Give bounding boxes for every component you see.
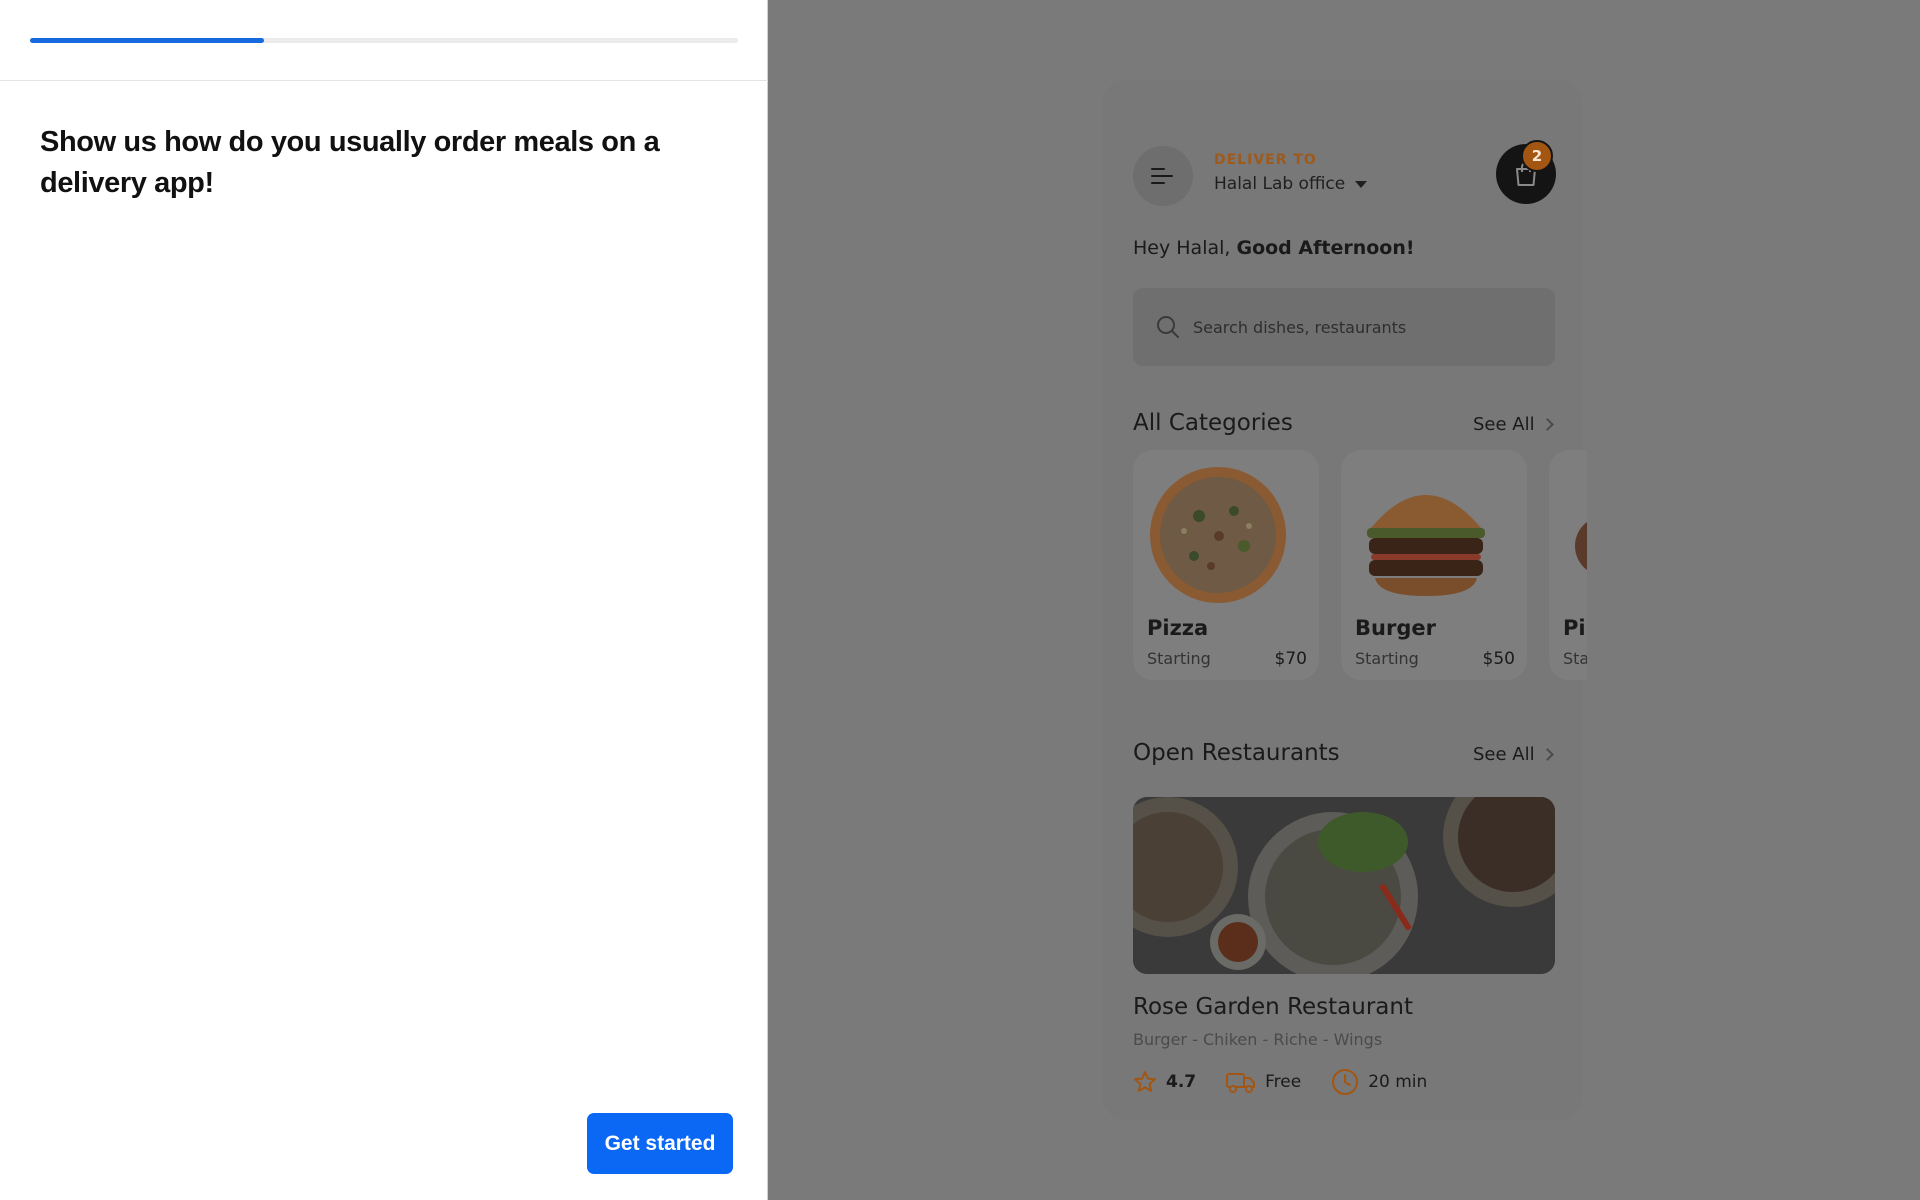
category-card-pizza[interactable]: Pizza Starting $70 <box>1133 450 1319 680</box>
delivery-fee-value: Free <box>1265 1072 1302 1092</box>
see-all-label: See All <box>1473 414 1535 435</box>
restaurant-name[interactable]: Rose Garden Restaurant <box>1133 994 1413 1020</box>
chevron-right-icon <box>1540 418 1554 431</box>
see-all-categories-link[interactable]: See All <box>1473 414 1554 435</box>
task-title: Show us how do you usually order meals o… <box>40 126 660 199</box>
delivery-fee: Free <box>1226 1070 1301 1094</box>
delivery-time: 20 min <box>1331 1068 1427 1096</box>
see-all-restaurants-link[interactable]: See All <box>1473 744 1554 765</box>
search-input[interactable] <box>1193 317 1513 337</box>
progress-fill <box>30 38 264 43</box>
cart-count-badge: 2 <box>1521 140 1553 172</box>
search-icon <box>1157 316 1179 338</box>
search-bar[interactable] <box>1133 288 1555 366</box>
greeting-text: Hey Halal, <box>1133 237 1237 259</box>
restaurant-meta: 4.7 Free 20 min <box>1133 1068 1427 1096</box>
restaurant-tags: Burger - Chiken - Riche - Wings <box>1133 1030 1383 1049</box>
restaurant-food-photo <box>1133 797 1555 974</box>
delivery-location-text: Halal Lab office <box>1214 174 1346 194</box>
category-card-burger[interactable]: Burger Starting $50 <box>1341 450 1527 680</box>
clock-icon <box>1332 1069 1359 1095</box>
divider <box>0 80 768 81</box>
category-name: Pi <box>1563 616 1586 640</box>
see-all-label: See All <box>1473 744 1535 765</box>
greeting: Hey Halal, Good Afternoon! <box>1133 237 1415 259</box>
food-image <box>1575 522 1587 570</box>
deliver-to-label: DELIVER TO <box>1214 152 1317 168</box>
pizza-image <box>1150 467 1286 603</box>
category-starting-label: Starting <box>1147 649 1211 668</box>
get-started-button[interactable]: Get started <box>587 1113 733 1174</box>
greeting-time: Good Afternoon! <box>1236 237 1415 259</box>
restaurant-image[interactable] <box>1133 797 1555 974</box>
category-carousel: Pizza Starting $70 Burger Starting $50 P… <box>1133 450 1587 690</box>
rating: 4.7 <box>1133 1070 1196 1094</box>
delivery-location-selector[interactable]: Halal Lab office <box>1214 174 1368 194</box>
category-starting-label: Sta <box>1563 649 1587 668</box>
delivery-time-value: 20 min <box>1368 1072 1428 1092</box>
category-name: Burger <box>1355 616 1436 640</box>
burger-image <box>1367 495 1485 596</box>
progress-bar <box>30 38 738 43</box>
category-price: $70 <box>1274 649 1307 669</box>
menu-button[interactable] <box>1133 146 1193 206</box>
chevron-right-icon <box>1540 748 1554 761</box>
category-starting-label: Starting <box>1355 649 1419 668</box>
delivery-truck-icon <box>1226 1073 1256 1093</box>
task-panel: Show us how do you usually order meals o… <box>0 0 768 1200</box>
category-name: Pizza <box>1147 616 1209 640</box>
hamburger-menu-icon <box>1151 168 1173 184</box>
open-restaurants-title: Open Restaurants <box>1133 740 1340 766</box>
category-price: $50 <box>1482 649 1515 669</box>
caret-down-icon <box>1355 180 1368 188</box>
all-categories-title: All Categories <box>1133 410 1293 436</box>
category-card-partial[interactable]: Pi Sta <box>1549 450 1587 680</box>
rating-value: 4.7 <box>1166 1072 1197 1092</box>
star-icon <box>1134 1071 1156 1092</box>
